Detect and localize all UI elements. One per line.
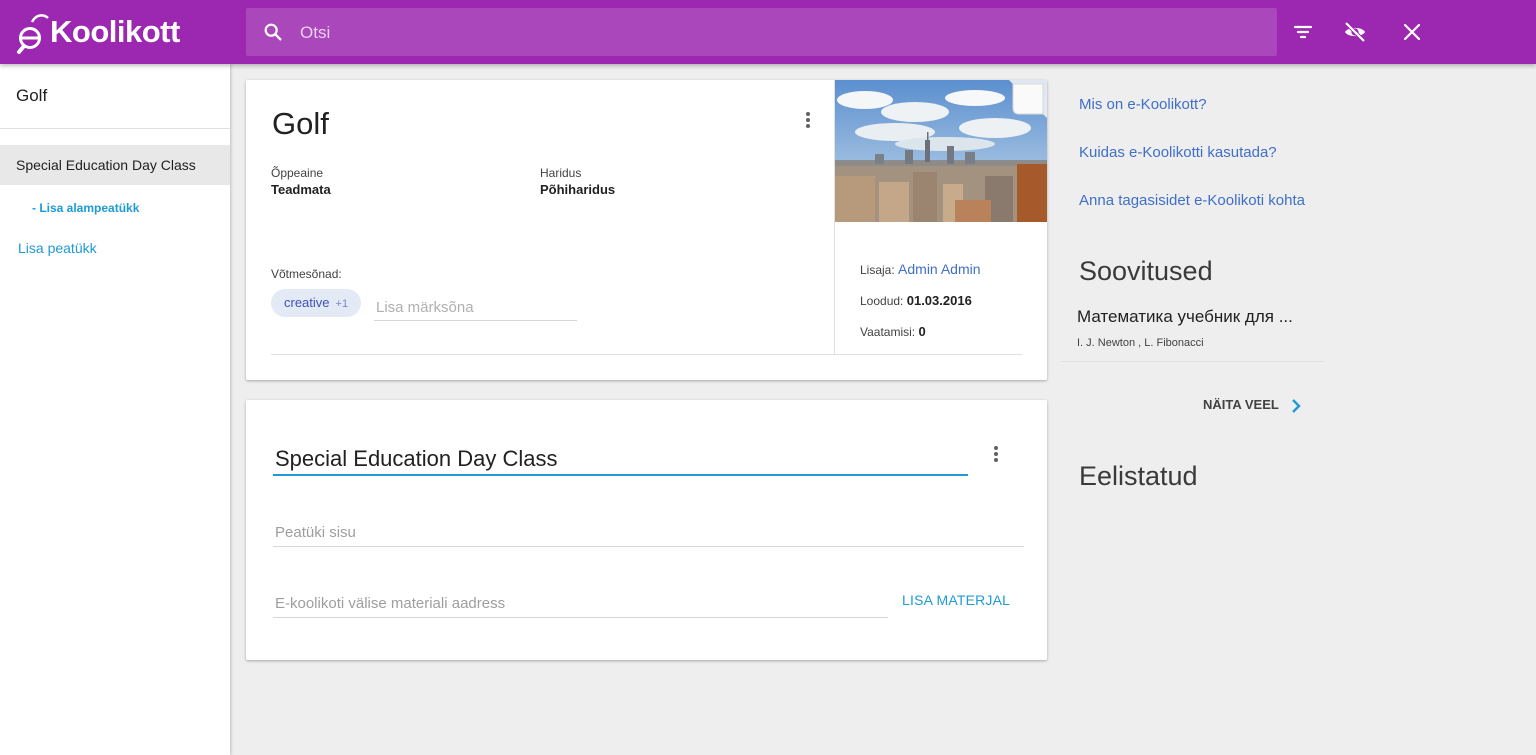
filter-icon[interactable] <box>1291 20 1315 44</box>
logo-icon <box>17 14 49 54</box>
education-label: Haridus <box>540 166 582 180</box>
views-value: 0 <box>918 324 926 339</box>
keyword-input[interactable] <box>374 294 577 321</box>
link-what-is[interactable]: Mis on e-Koolikott? <box>1079 96 1207 113</box>
added-by-link[interactable]: Admin Admin <box>898 261 980 277</box>
sidebar: Golf Special Education Day Class - Lisa … <box>0 64 230 755</box>
material-title: Golf <box>272 106 329 141</box>
chapter-title: Special Education Day Class <box>275 446 558 471</box>
education-value: Põhiharidus <box>540 182 616 197</box>
add-chapter-link[interactable]: Lisa peatükk <box>18 240 97 256</box>
recommendation-divider <box>1061 361 1324 362</box>
views-count: Vaatamisi: 0 <box>860 324 926 339</box>
chapter-more-vert-icon[interactable] <box>993 446 999 466</box>
created-date: Loodud: 01.03.2016 <box>860 293 972 308</box>
search-bar <box>246 8 1277 58</box>
card-divider <box>271 354 1022 355</box>
show-more-button[interactable]: NÄITA VEEL <box>1203 397 1279 412</box>
keyword-chip-label: creative <box>284 295 330 310</box>
views-label: Vaatamisi: <box>860 325 916 339</box>
added-by-label: Lisaja: <box>860 263 895 277</box>
page-fold-icon <box>1009 80 1047 118</box>
chapter-content-input[interactable] <box>273 518 1024 547</box>
chapter-title-field[interactable]: Special Education Day Class <box>273 444 968 476</box>
chevron-right-icon[interactable] <box>1290 398 1302 414</box>
material-url-input[interactable] <box>273 589 888 618</box>
sidebar-title[interactable]: Golf <box>16 86 47 106</box>
favorites-heading: Eelistatud <box>1079 461 1198 491</box>
logo-text: Koolikott <box>50 14 180 49</box>
recommendation-title[interactable]: Математика учебник для ... <box>1077 307 1293 327</box>
created-label: Loodud: <box>860 294 904 308</box>
created-value: 01.03.2016 <box>906 293 972 308</box>
add-subchapter-link[interactable]: - Lisa alampeatükk <box>32 201 139 215</box>
search-input[interactable] <box>298 8 1262 58</box>
material-card: Golf Õppeaine Teadmata Haridus Põhiharid… <box>246 80 1047 380</box>
keywords-label: Võtmesõnad: <box>271 267 342 281</box>
chapter-card: Special Education Day Class LISA MATERJA… <box>246 400 1047 660</box>
keyword-chip[interactable]: creative +1 <box>271 289 362 317</box>
add-material-button[interactable]: LISA MATERJAL <box>902 592 1010 608</box>
keyword-more-count: +1 <box>335 298 349 310</box>
search-icon <box>264 23 282 41</box>
added-by: Lisaja: Admin Admin <box>860 261 981 277</box>
top-bar: Koolikott <box>0 0 1536 64</box>
close-icon[interactable] <box>1400 20 1424 44</box>
recommendations-heading: Soovitused <box>1079 256 1213 286</box>
sidebar-divider <box>0 128 230 129</box>
subject-label: Õppeaine <box>271 166 324 180</box>
visibility-off-icon[interactable] <box>1343 20 1367 44</box>
recommendation-authors: I. J. Newton , L. Fibonacci <box>1077 337 1204 349</box>
more-vert-icon[interactable] <box>805 112 811 132</box>
link-feedback[interactable]: Anna tagasisidet e-Koolikoti kohta <box>1079 192 1305 209</box>
link-how-to-use[interactable]: Kuidas e-Koolikotti kasutada? <box>1079 144 1277 161</box>
app-logo[interactable]: Koolikott <box>14 10 180 54</box>
sidebar-item-chapter[interactable]: Special Education Day Class <box>0 145 230 185</box>
subject-value: Teadmata <box>271 182 331 197</box>
